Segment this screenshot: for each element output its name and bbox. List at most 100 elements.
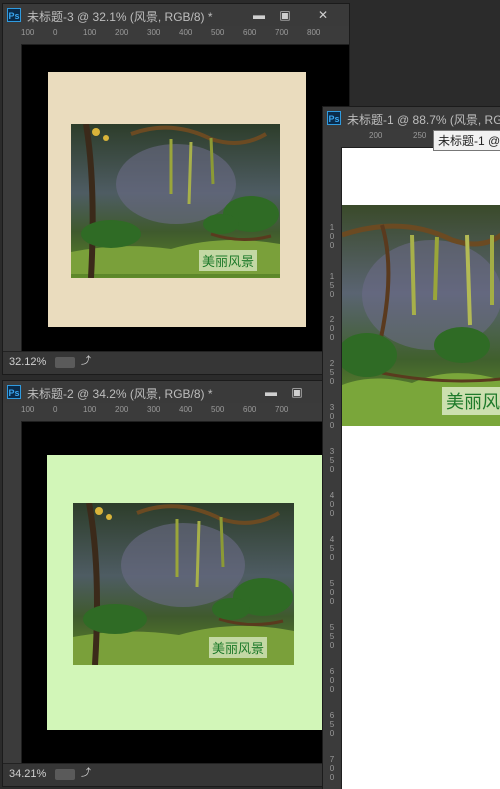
landscape-image: 美丽风景 [73, 503, 294, 665]
title-bar[interactable]: Ps 未标题-2 @ 34.2% (风景, RGB/8) * ▬ ▣ [3, 381, 323, 404]
document-window-2[interactable]: Ps 未标题-2 @ 34.2% (风景, RGB/8) * ▬ ▣ 100 0… [2, 380, 324, 787]
ruler-tick: 100 [83, 28, 97, 37]
document-title: 未标题-1 @ 88.7% (风景, RGB [347, 113, 500, 127]
landscape-image: 美丽风景 [71, 124, 280, 278]
restore-button[interactable]: ▣ [285, 384, 309, 400]
ruler-tick: 400 [179, 28, 193, 37]
watermark-brand: Bai 经验 [392, 739, 450, 756]
ruler-tick: 5 [329, 720, 335, 729]
close-button[interactable]: ✕ [311, 7, 335, 23]
ruler-tick: 200 [115, 405, 129, 414]
title-bar[interactable]: Ps 未标题-1 @ 88.7% (风景, RGB [323, 107, 500, 130]
ruler-corner [3, 26, 22, 45]
ruler-tick: 1 [329, 272, 335, 281]
ruler-tick: 0 [329, 232, 335, 241]
title-bar[interactable]: Ps 未标题-3 @ 32.1% (风景, RGB/8) * ▬ ▣ ✕ [3, 4, 349, 27]
baidu-watermark: Bai 经验 jingyan.baidu.com [392, 736, 492, 767]
caption-label: 美丽风景 [209, 637, 268, 658]
ruler-tick: 200 [369, 131, 383, 140]
caption-label: 美丽风景 [199, 250, 258, 271]
ruler-tick: 0 [329, 597, 335, 606]
status-bar: 34.21% ⤴ [3, 763, 323, 786]
ruler-tick: 7 [329, 755, 335, 764]
ruler-tick: 0 [329, 509, 335, 518]
document-canvas[interactable]: 美丽风景 [22, 422, 323, 763]
ruler-tick: 0 [329, 729, 335, 738]
share-icon[interactable]: ⤴ [81, 768, 93, 780]
landscape-image: 美丽风 [342, 205, 500, 426]
document-window-1[interactable]: Ps 未标题-1 @ 88.7% (风景, RGB 200 250 1 0 0 … [322, 106, 500, 789]
minimize-button[interactable]: ▬ [259, 384, 283, 400]
ruler-tick: 0 [329, 377, 335, 386]
ruler-tick: 5 [329, 632, 335, 641]
photoshop-icon: Ps [7, 385, 21, 399]
ruler-tick: 0 [329, 324, 335, 333]
minimize-button[interactable]: ▬ [247, 7, 271, 23]
vertical-ruler: 1 0 0 1 5 0 2 0 0 2 5 0 3 0 0 3 5 0 4 0 … [323, 147, 342, 789]
document-canvas[interactable]: 美丽风景 [22, 45, 349, 351]
ruler-tick: 1 [329, 223, 335, 232]
zoom-level[interactable]: 34.21% [9, 768, 46, 780]
restore-button[interactable]: ▣ [273, 7, 297, 23]
ruler-corner [3, 403, 22, 422]
ruler-tick: 2 [329, 359, 335, 368]
ruler-tick: 3 [329, 403, 335, 412]
ruler-tick: 0 [329, 773, 335, 782]
ruler-tick: 600 [243, 28, 257, 37]
watermark-url: jingyan.baidu.com [392, 757, 465, 767]
horizontal-ruler: 100 0 100 200 300 400 500 600 700 800 [21, 26, 349, 45]
ruler-tick: 5 [329, 456, 335, 465]
ruler-tick: 4 [329, 535, 335, 544]
ruler-tick: 0 [329, 764, 335, 773]
ruler-tick: 0 [329, 290, 335, 299]
caption-label: 美丽风 [442, 387, 500, 415]
vertical-ruler [3, 421, 22, 764]
ruler-tick: 0 [329, 588, 335, 597]
document-title: 未标题-2 @ 34.2% (风景, RGB/8) * [27, 387, 213, 401]
document-title: 未标题-3 @ 32.1% (风景, RGB/8) * [27, 10, 213, 24]
ruler-tick: 5 [329, 368, 335, 377]
vertical-ruler [3, 44, 22, 352]
ruler-tick: 2 [329, 315, 335, 324]
ruler-tick: 700 [275, 405, 289, 414]
ruler-tick: 100 [21, 28, 35, 37]
ruler-tick: 0 [329, 676, 335, 685]
ruler-tick: 5 [329, 281, 335, 290]
ruler-tick: 100 [21, 405, 35, 414]
ruler-tick: 0 [329, 465, 335, 474]
ruler-tick: 0 [329, 412, 335, 421]
ruler-tick: 600 [243, 405, 257, 414]
title-tooltip: 未标题-1 @ [433, 130, 500, 151]
ruler-tick: 0 [53, 28, 58, 37]
ruler-tick: 500 [211, 28, 225, 37]
horizontal-ruler: 100 0 100 200 300 400 500 600 700 [21, 403, 323, 422]
ruler-tick: 5 [329, 623, 335, 632]
document-canvas[interactable]: 美丽风 [342, 148, 500, 789]
ruler-tick: 700 [275, 28, 289, 37]
ruler-tick: 0 [329, 641, 335, 650]
ruler-tick: 300 [147, 405, 161, 414]
ruler-tick: 0 [329, 241, 335, 250]
canvas-background: 美丽风景 [47, 455, 322, 730]
zoom-level[interactable]: 32.12% [9, 356, 46, 368]
ruler-tick: 0 [53, 405, 58, 414]
photoshop-icon: Ps [7, 8, 21, 22]
ruler-tick: 6 [329, 711, 335, 720]
ruler-tick: 0 [329, 500, 335, 509]
ruler-tick: 3 [329, 447, 335, 456]
share-icon[interactable]: ⤴ [81, 356, 93, 368]
ruler-tick: 300 [147, 28, 161, 37]
status-info-icon[interactable] [55, 357, 75, 368]
ruler-tick: 400 [179, 405, 193, 414]
photoshop-icon: Ps [327, 111, 341, 125]
document-window-3[interactable]: Ps 未标题-3 @ 32.1% (风景, RGB/8) * ▬ ▣ ✕ 100… [2, 3, 350, 375]
ruler-tick: 5 [329, 544, 335, 553]
canvas-background: 美丽风景 [48, 72, 306, 327]
status-info-icon[interactable] [55, 769, 75, 780]
ruler-tick: 6 [329, 667, 335, 676]
ruler-tick: 0 [329, 421, 335, 430]
ruler-tick: 500 [211, 405, 225, 414]
ruler-tick: 0 [329, 333, 335, 342]
ruler-tick: 250 [413, 131, 427, 140]
ruler-tick: 4 [329, 491, 335, 500]
